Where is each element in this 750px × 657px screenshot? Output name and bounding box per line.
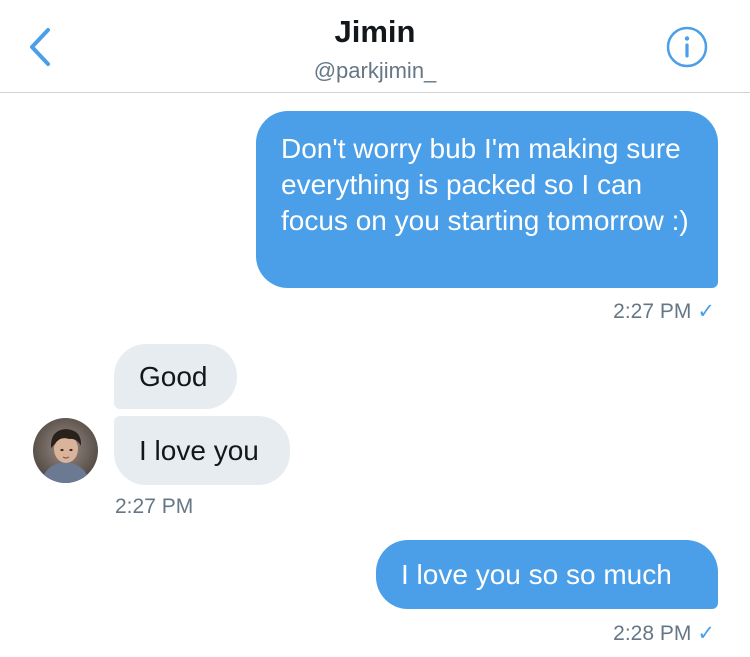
message-bubble-sent[interactable]: Don't worry bub I'm making sure everythi… (256, 111, 718, 288)
read-check-icon: ✓ (697, 300, 715, 323)
contact-handle[interactable]: @parkjimin_ (0, 58, 750, 84)
contact-name[interactable]: Jimin (0, 14, 750, 50)
message-bubble-sent[interactable]: I love you so so much (376, 540, 718, 609)
message-timestamp: 2:27 PM (115, 495, 193, 519)
timestamp-text: 2:27 PM (613, 300, 692, 323)
message-bubble-received[interactable]: Good (114, 344, 237, 409)
conversation-header: Jimin @parkjimin_ (0, 0, 750, 93)
timestamp-text: 2:28 PM (613, 622, 692, 645)
timestamp-text: 2:27 PM (115, 495, 194, 518)
message-bubble-received[interactable]: I love you (114, 416, 290, 485)
message-timestamp: 2:27 PM ✓ (613, 299, 715, 324)
info-button[interactable] (666, 26, 708, 68)
avatar[interactable] (33, 418, 98, 483)
avatar-image (33, 418, 98, 483)
info-icon (666, 26, 708, 68)
message-timestamp: 2:28 PM ✓ (613, 621, 715, 646)
read-check-icon: ✓ (697, 622, 715, 645)
